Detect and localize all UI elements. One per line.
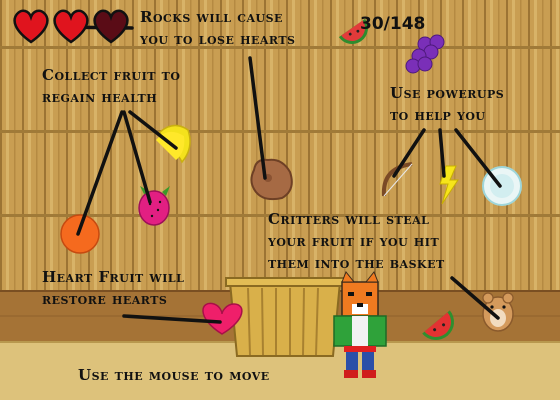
hamster-icon — [482, 292, 514, 332]
tip-rocks: Rocks will cause you to lose hearts — [140, 8, 296, 48]
rock-icon — [250, 158, 293, 201]
tip-fruit: Collect fruit to regain health — [42, 66, 181, 106]
heart-icon — [53, 9, 89, 44]
game-background — [0, 0, 560, 400]
orange-icon — [60, 214, 100, 254]
basket — [225, 277, 345, 357]
tip-heart-fruit: Heart Fruit will restore hearts — [42, 268, 185, 308]
heart-empty-icon — [93, 9, 129, 44]
game-stage[interactable]: 30/148 Rocks will cause you to lose hear… — [0, 0, 560, 400]
heart-icon — [13, 9, 49, 44]
tip-mouse: Use the mouse to move — [78, 366, 270, 384]
score-counter: 30/148 — [360, 14, 426, 34]
tip-powerups: Use powerups to help you — [390, 84, 505, 124]
dragonfruit-icon — [138, 186, 170, 226]
tip-critters: Critters will steal your fruit if you hi… — [268, 210, 445, 272]
